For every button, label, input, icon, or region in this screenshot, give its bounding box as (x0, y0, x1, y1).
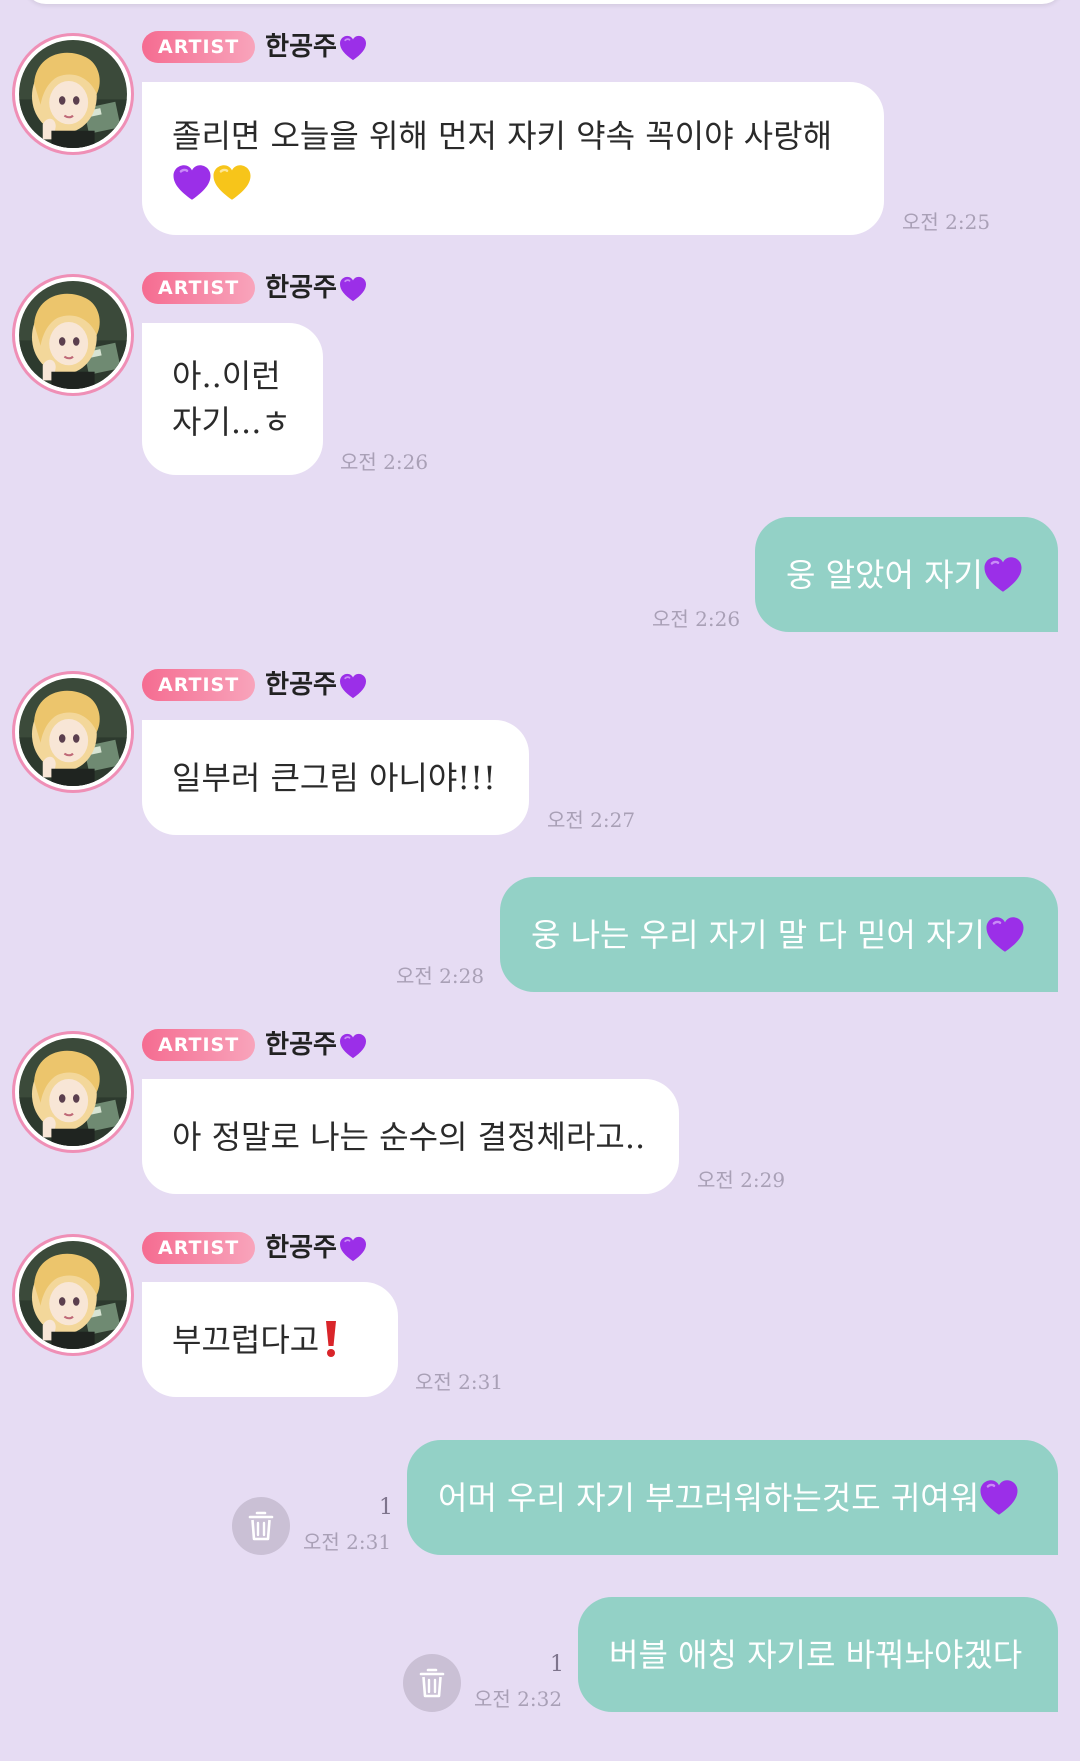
purple-heart-icon (339, 276, 367, 302)
purple-heart-icon (985, 916, 1025, 953)
sender-avatar[interactable] (12, 671, 134, 793)
purple-heart-icon (339, 673, 367, 699)
avatar-image (19, 40, 127, 148)
purple-heart-icon (979, 1479, 1019, 1516)
purple-heart-icon (172, 164, 212, 201)
message-time: 오전 2:28 (396, 964, 485, 988)
message-text: 부끄럽다고 (172, 1320, 320, 1359)
unread-count: 1 (379, 1495, 393, 1520)
message-time: 오전 2:29 (697, 1168, 786, 1192)
message-bubble-incoming[interactable]: 졸리면 오늘을 위해 먼저 자키 약속 꼭이야 사랑해 (142, 82, 884, 235)
delete-message-button[interactable] (403, 1654, 461, 1712)
sender-header: ARTIST 한공주 (142, 668, 367, 702)
sender-name: 한공주 (265, 1028, 367, 1062)
sender-header: ARTIST 한공주 (142, 1231, 367, 1265)
avatar-image (19, 281, 127, 389)
sender-name-text: 한공주 (265, 273, 337, 303)
message-emoji (172, 159, 854, 205)
sender-name-text: 한공주 (265, 1233, 337, 1263)
avatar-image (19, 1038, 127, 1146)
message-time: 오전 2:26 (340, 450, 429, 474)
yellow-heart-icon (212, 164, 252, 201)
sender-name: 한공주 (265, 271, 367, 305)
purple-heart-icon (339, 1033, 367, 1059)
sender-header: ARTIST 한공주 (142, 271, 367, 305)
message-text: 웅 알았어 자기 (786, 555, 983, 594)
message-text: 아 정말로 나는 순수의 결정체라고.. (172, 1117, 646, 1156)
artist-badge: ARTIST (142, 272, 256, 304)
message-text: 어머 우리 자기 부끄러워하는것도 귀여워 (438, 1478, 980, 1517)
sender-name-text: 한공주 (265, 1030, 337, 1060)
sender-avatar[interactable] (12, 33, 134, 155)
purple-heart-icon (339, 1236, 367, 1262)
red-exclamation-icon (323, 1319, 339, 1359)
sender-avatar[interactable] (12, 1234, 134, 1356)
trash-icon (248, 1511, 274, 1541)
message-text: 버블 애칭 자기로 바꿔놔야겠다 (609, 1635, 1023, 1674)
artist-badge: ARTIST (142, 1029, 256, 1061)
message-time: 오전 2:31 (303, 1530, 392, 1554)
message-bubble-outgoing[interactable]: 어머 우리 자기 부끄러워하는것도 귀여워 (407, 1440, 1058, 1555)
message-bubble-outgoing[interactable]: 웅 알았어 자기 (755, 517, 1058, 632)
sender-name: 한공주 (265, 30, 367, 64)
avatar-image (19, 1241, 127, 1349)
sender-name: 한공주 (265, 668, 367, 702)
sender-header: ARTIST 한공주 (142, 1028, 367, 1062)
message-text-line: 부끄럽다고 (172, 1317, 368, 1363)
message-text-line: 아..이런 (172, 357, 281, 395)
sender-avatar[interactable] (12, 274, 134, 396)
purple-heart-icon (983, 556, 1023, 593)
message-bubble-incoming[interactable]: 아..이런 자기...ㅎ (142, 323, 323, 475)
message-text: 졸리면 오늘을 위해 먼저 자키 약속 꼭이야 사랑해 (172, 116, 833, 155)
sender-avatar[interactable] (12, 1031, 134, 1153)
artist-badge: ARTIST (142, 669, 256, 701)
message-bubble-outgoing[interactable]: 웅 나는 우리 자기 말 다 믿어 자기 (500, 877, 1058, 992)
trash-icon (419, 1668, 445, 1698)
sender-header: ARTIST 한공주 (142, 30, 367, 64)
message-bubble-incoming[interactable]: 일부러 큰그림 아니야!!! (142, 720, 529, 835)
artist-badge: ARTIST (142, 1232, 256, 1264)
avatar-image (19, 678, 127, 786)
message-time: 오전 2:26 (652, 607, 741, 631)
sender-name-text: 한공주 (265, 32, 337, 62)
unread-count: 1 (550, 1652, 564, 1677)
message-time: 오전 2:25 (902, 210, 991, 234)
message-bubble-incoming[interactable]: 부끄럽다고 (142, 1282, 398, 1397)
sender-name-text: 한공주 (265, 670, 337, 700)
message-bubble-incoming[interactable]: 아 정말로 나는 순수의 결정체라고.. (142, 1079, 679, 1194)
message-text: 일부러 큰그림 아니야!!! (172, 758, 496, 797)
message-time: 오전 2:32 (474, 1687, 563, 1711)
message-time: 오전 2:27 (547, 808, 636, 832)
message-time: 오전 2:31 (415, 1370, 504, 1394)
message-text: 웅 나는 우리 자기 말 다 믿어 자기 (531, 915, 985, 954)
purple-heart-icon (339, 35, 367, 61)
delete-message-button[interactable] (232, 1497, 290, 1555)
artist-badge: ARTIST (142, 31, 256, 63)
message-bubble-outgoing[interactable]: 버블 애칭 자기로 바꿔놔야겠다 (578, 1597, 1058, 1712)
sender-name: 한공주 (265, 1231, 367, 1265)
message-text-line: 자기...ㅎ (172, 403, 291, 441)
top-panel-edge (24, 0, 1064, 4)
